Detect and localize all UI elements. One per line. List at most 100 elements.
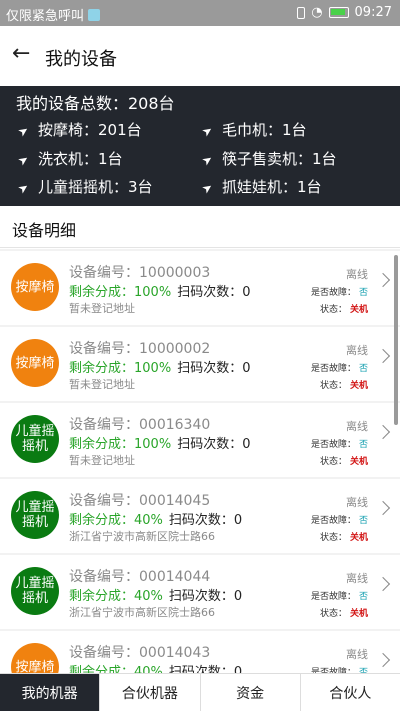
device-type-badge: 儿童摇摇机 <box>11 415 59 463</box>
tab-my-machines[interactable]: 我的机器 <box>0 674 100 711</box>
tab-partners[interactable]: 合伙人 <box>299 674 400 711</box>
tab-funds[interactable]: 资金 <box>199 674 300 711</box>
share-label: 剩余分成： <box>69 285 135 300</box>
share-value: 40% <box>134 665 163 673</box>
device-id: 设备编号：00016340 <box>69 417 211 433</box>
device-summary-panel: 我的设备总数：208台 ➤ 按摩椅：201台 ➤ 毛巾机：1台 ➤ 洗衣机：1台 ➤ 筷… <box>0 86 400 206</box>
fault-status: 是否故障：否 <box>310 364 368 374</box>
device-type-badge: 按摩椅 <box>11 263 59 311</box>
scan-count: 扫码次数：0 <box>177 437 251 452</box>
scrollbar[interactable] <box>394 255 398 425</box>
device-address: 浙江省宁波市高新区院士路66 <box>69 606 215 619</box>
state-value: 关机 <box>349 533 368 543</box>
vibrate-icon <box>297 6 306 19</box>
share-label: 剩余分成： <box>69 361 135 376</box>
back-arrow-icon[interactable]: ← <box>12 43 30 65</box>
device-address: 浙江省宁波市高新区院士路66 <box>69 530 215 543</box>
state-value: 关机 <box>349 381 368 391</box>
device-row[interactable]: 儿童摇摇机 设备编号：00014045 剩余分成：40% 扫码次数：0 浙江省宁波市高新… <box>0 479 400 553</box>
summary-item: ➤ 洗衣机：1台 <box>15 150 123 169</box>
summary-item: ➤ 按摩椅：201台 <box>15 121 142 140</box>
scan-count: 扫码次数：0 <box>177 361 251 376</box>
share-label: 剩余分成： <box>69 665 135 673</box>
summary-item: ➤ 筷子售卖机：1台 <box>199 150 337 169</box>
device-stats: 剩余分成：100% 扫码次数：0 <box>69 281 250 300</box>
power-state: 状态： 关机 <box>319 457 368 467</box>
fault-status: 是否故障：否 <box>311 665 368 673</box>
device-id: 设备编号：00014043 <box>69 645 211 661</box>
device-total: 我的设备总数：208台 <box>16 94 175 113</box>
power-state: 状态： 关机 <box>319 381 368 391</box>
battery-icon <box>328 7 349 18</box>
device-address: 暂未登记地址 <box>69 454 135 467</box>
share-label: 剩余分成： <box>69 437 135 452</box>
scan-count: 扫码次数：0 <box>168 665 243 673</box>
share-value: 40% <box>134 589 163 604</box>
online-status: 离线 <box>346 268 368 281</box>
device-row[interactable]: 按摩椅 设备编号：10000003 剩余分成：100% 扫码次数：0 暂未登记地址 离线是… <box>0 251 400 325</box>
share-value: 100% <box>134 361 172 376</box>
section-title: 设备明细 <box>12 221 77 240</box>
status-right: ◔ 09:27 <box>297 5 392 20</box>
chevron-right-icon[interactable] <box>375 576 391 592</box>
wifi-icon: ◔ <box>311 5 323 20</box>
state-value: 关机 <box>349 305 368 315</box>
device-stats: 剩余分成：100% 扫码次数：0 <box>69 357 250 376</box>
device-type-badge: 儿童摇摇机 <box>11 567 59 615</box>
section-header: 设备明细 <box>0 206 400 248</box>
device-row[interactable]: 儿童摇摇机 设备编号：00014044 剩余分成：40% 扫码次数：0 浙江省宁波市高新… <box>0 555 400 629</box>
send-icon: ➤ <box>199 122 216 140</box>
chevron-right-icon[interactable] <box>375 348 391 364</box>
chevron-right-icon[interactable] <box>375 424 391 440</box>
online-status: 离线 <box>346 420 368 433</box>
fault-status: 是否故障：否 <box>310 516 368 526</box>
scan-count: 扫码次数：0 <box>168 513 243 528</box>
bottom-tab-bar: 我的机器 合伙机器 资金 合伙人 <box>0 673 400 711</box>
power-state: 状态： 关机 <box>319 609 368 619</box>
device-row[interactable]: 按摩椅 设备编号：10000002 剩余分成：100% 扫码次数：0 暂未登记地址 离线是… <box>0 327 400 401</box>
status-left: 仅限紧急呼叫 <box>6 5 101 24</box>
send-icon: ➤ <box>15 122 32 140</box>
title-bar: ← 我的设备 <box>0 26 400 86</box>
chevron-right-icon[interactable] <box>375 272 391 288</box>
online-status: 离线 <box>346 572 368 585</box>
device-stats: 剩余分成：40% 扫码次数：0 <box>69 509 242 528</box>
page-title: 我的设备 <box>45 49 117 70</box>
fault-status: 是否故障：否 <box>310 288 368 298</box>
state-value: 关机 <box>349 457 368 467</box>
chevron-right-icon[interactable] <box>375 652 391 668</box>
chevron-right-icon[interactable] <box>375 500 391 516</box>
device-id: 设备编号：10000003 <box>69 265 211 281</box>
share-value: 100% <box>134 285 172 300</box>
send-icon: ➤ <box>199 151 216 169</box>
device-address: 暂未登记地址 <box>69 302 135 315</box>
carrier-text: 仅限紧急呼叫 <box>6 9 85 24</box>
fault-value: 否 <box>358 288 368 298</box>
online-status: 离线 <box>346 496 368 509</box>
online-status: 离线 <box>346 344 368 357</box>
device-row[interactable]: 按摩椅设备编号：00014043剩余分成：40%扫码次数：0离线是否故障：否状态… <box>0 631 400 673</box>
power-state: 状态： 关机 <box>319 533 368 543</box>
share-value: 100% <box>134 437 172 452</box>
share-label: 剩余分成： <box>69 589 135 604</box>
device-type-badge: 按摩椅 <box>11 339 59 387</box>
status-bar: 仅限紧急呼叫 ◔ 09:27 <box>0 0 400 26</box>
state-value: 关机 <box>349 609 368 619</box>
device-stats: 剩余分成：40% 扫码次数：0 <box>69 661 242 673</box>
summary-item: ➤ 儿童摇摇机：3台 <box>15 178 153 197</box>
summary-item: ➤ 毛巾机：1台 <box>199 121 307 140</box>
share-label: 剩余分成： <box>69 513 135 528</box>
online-status: 离线 <box>346 648 368 661</box>
send-icon: ➤ <box>199 179 216 197</box>
device-address: 暂未登记地址 <box>69 378 135 391</box>
sim-icon <box>88 9 101 21</box>
fault-value: 否 <box>358 592 368 602</box>
fault-value: 否 <box>358 364 368 374</box>
device-id: 设备编号：00014045 <box>69 493 211 509</box>
summary-item: ➤ 抓娃娃机：1台 <box>199 178 322 197</box>
device-list[interactable]: 按摩椅 设备编号：10000003 剩余分成：100% 扫码次数：0 暂未登记地址 离线是… <box>0 249 400 673</box>
device-stats: 剩余分成：100% 扫码次数：0 <box>69 433 250 452</box>
device-row[interactable]: 儿童摇摇机 设备编号：00016340 剩余分成：100% 扫码次数：0 暂未登记地址 离… <box>0 403 400 477</box>
fault-status: 是否故障：否 <box>310 440 368 450</box>
tab-partner-machines[interactable]: 合伙机器 <box>99 674 199 711</box>
